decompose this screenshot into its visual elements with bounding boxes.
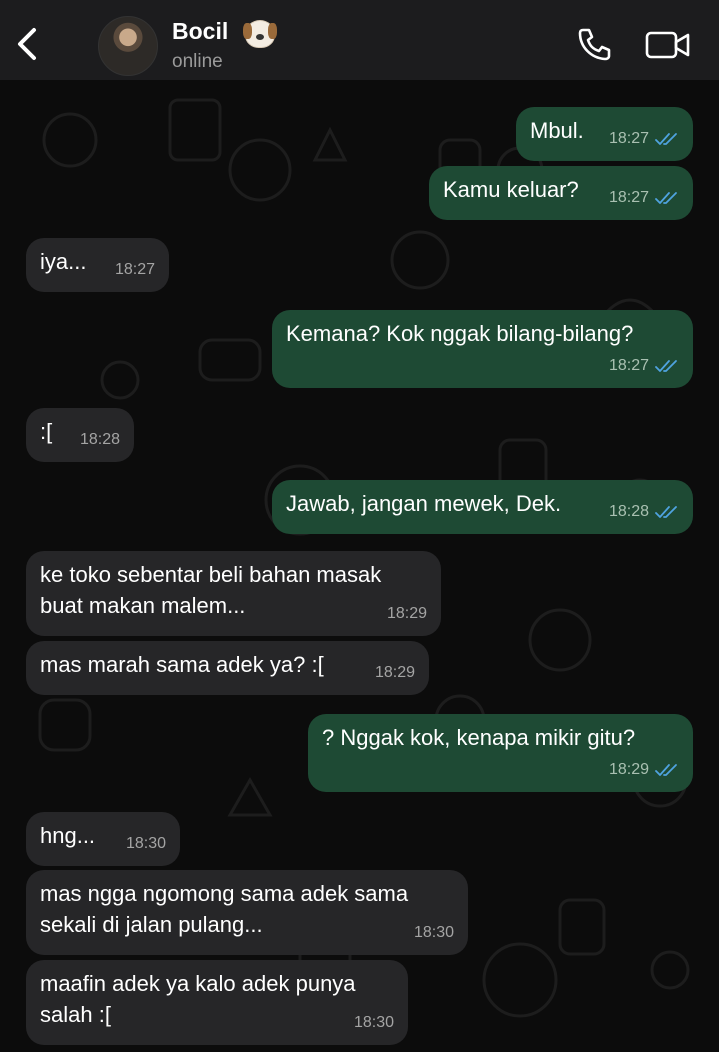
message-meta: 18:29 (375, 657, 415, 688)
message-time: 18:30 (413, 924, 454, 941)
message-time: 18:28 (79, 431, 120, 448)
message-text: mas marah sama adek ya? :[ (40, 652, 324, 677)
message-meta: 18:27 (609, 350, 679, 381)
message-meta: 18:28 (80, 424, 120, 455)
message-meta: 18:30 (126, 828, 166, 859)
incoming-message-bubble[interactable]: hng... 18:30 (26, 812, 180, 866)
message-time: 18:29 (608, 761, 649, 778)
incoming-message-bubble[interactable]: mas marah sama adek ya? :[ 18:29 (26, 641, 429, 695)
message-text: maafin adek ya kalo adek punya (40, 971, 356, 996)
incoming-message-bubble[interactable]: mas ngga ngomong sama adek sama sekali di… (26, 870, 468, 955)
outgoing-message-bubble[interactable]: Kemana? Kok nggak bilang-bilang? 18:27 (272, 310, 693, 388)
message-time: 18:30 (125, 835, 166, 852)
message-meta: 18:27 (609, 123, 679, 154)
message-time: 18:28 (608, 503, 649, 520)
voice-call-button[interactable] (576, 26, 612, 62)
message-time: 18:27 (114, 261, 155, 278)
message-time: 18:27 (608, 130, 649, 147)
double-check-icon (655, 763, 677, 776)
contact-name[interactable]: Bocil (172, 18, 228, 45)
message-time: 18:27 (608, 189, 649, 206)
avatar[interactable] (98, 16, 158, 76)
double-check-icon (655, 191, 677, 204)
message-text: Kemana? Kok nggak bilang-bilang? (286, 321, 634, 346)
back-button[interactable] (12, 22, 42, 62)
message-time: 18:29 (374, 664, 415, 681)
double-check-icon (655, 505, 677, 518)
incoming-message-bubble[interactable]: ke toko sebentar beli bahan masak buat ma… (26, 551, 441, 636)
incoming-message-bubble[interactable]: iya... 18:27 (26, 238, 169, 292)
contact-status: online (172, 51, 223, 72)
message-text: ke toko sebentar beli bahan masak (40, 562, 382, 587)
incoming-message-bubble[interactable]: maafin adek ya kalo adek punya salah :[ 18… (26, 960, 408, 1045)
outgoing-message-bubble[interactable]: ? Nggak kok, kenapa mikir gitu? 18:29 (308, 714, 693, 792)
double-check-icon (655, 132, 677, 145)
message-text: buat makan malem... (40, 593, 246, 618)
dog-face-emoji (243, 20, 277, 48)
chat-header: Bocil online (0, 0, 719, 80)
outgoing-message-bubble[interactable]: Kamu keluar? 18:27 (429, 166, 693, 220)
message-time: 18:29 (386, 605, 427, 622)
message-time: 18:27 (608, 357, 649, 374)
message-text: salah :[ (40, 1002, 111, 1027)
message-meta: 18:30 (354, 1007, 394, 1038)
message-text: mas ngga ngomong sama adek sama (40, 881, 409, 906)
incoming-message-bubble[interactable]: :[18:28 (26, 408, 134, 462)
chevron-left-icon (18, 28, 36, 60)
message-text: sekali di jalan pulang... (40, 912, 263, 937)
phone-icon (578, 28, 611, 61)
video-camera-icon (645, 31, 690, 59)
chat-area[interactable]: Mbul. 18:27 Kamu keluar? 18:27 iya... 18:27 Ke… (0, 80, 719, 1052)
message-time: 18:30 (353, 1014, 394, 1031)
message-meta: 18:30 (414, 917, 454, 948)
message-meta: 18:28 (609, 496, 679, 527)
message-meta: 18:27 (609, 182, 679, 213)
outgoing-message-bubble[interactable]: Jawab, jangan mewek, Dek. 18:28 (272, 480, 693, 534)
message-meta: 18:29 (609, 754, 679, 785)
video-call-button[interactable] (644, 28, 692, 62)
message-meta: 18:27 (115, 254, 155, 285)
double-check-icon (655, 359, 677, 372)
message-meta: 18:29 (387, 598, 427, 629)
message-text: ? Nggak kok, kenapa mikir gitu? (322, 725, 636, 750)
outgoing-message-bubble[interactable]: Mbul. 18:27 (516, 107, 693, 161)
